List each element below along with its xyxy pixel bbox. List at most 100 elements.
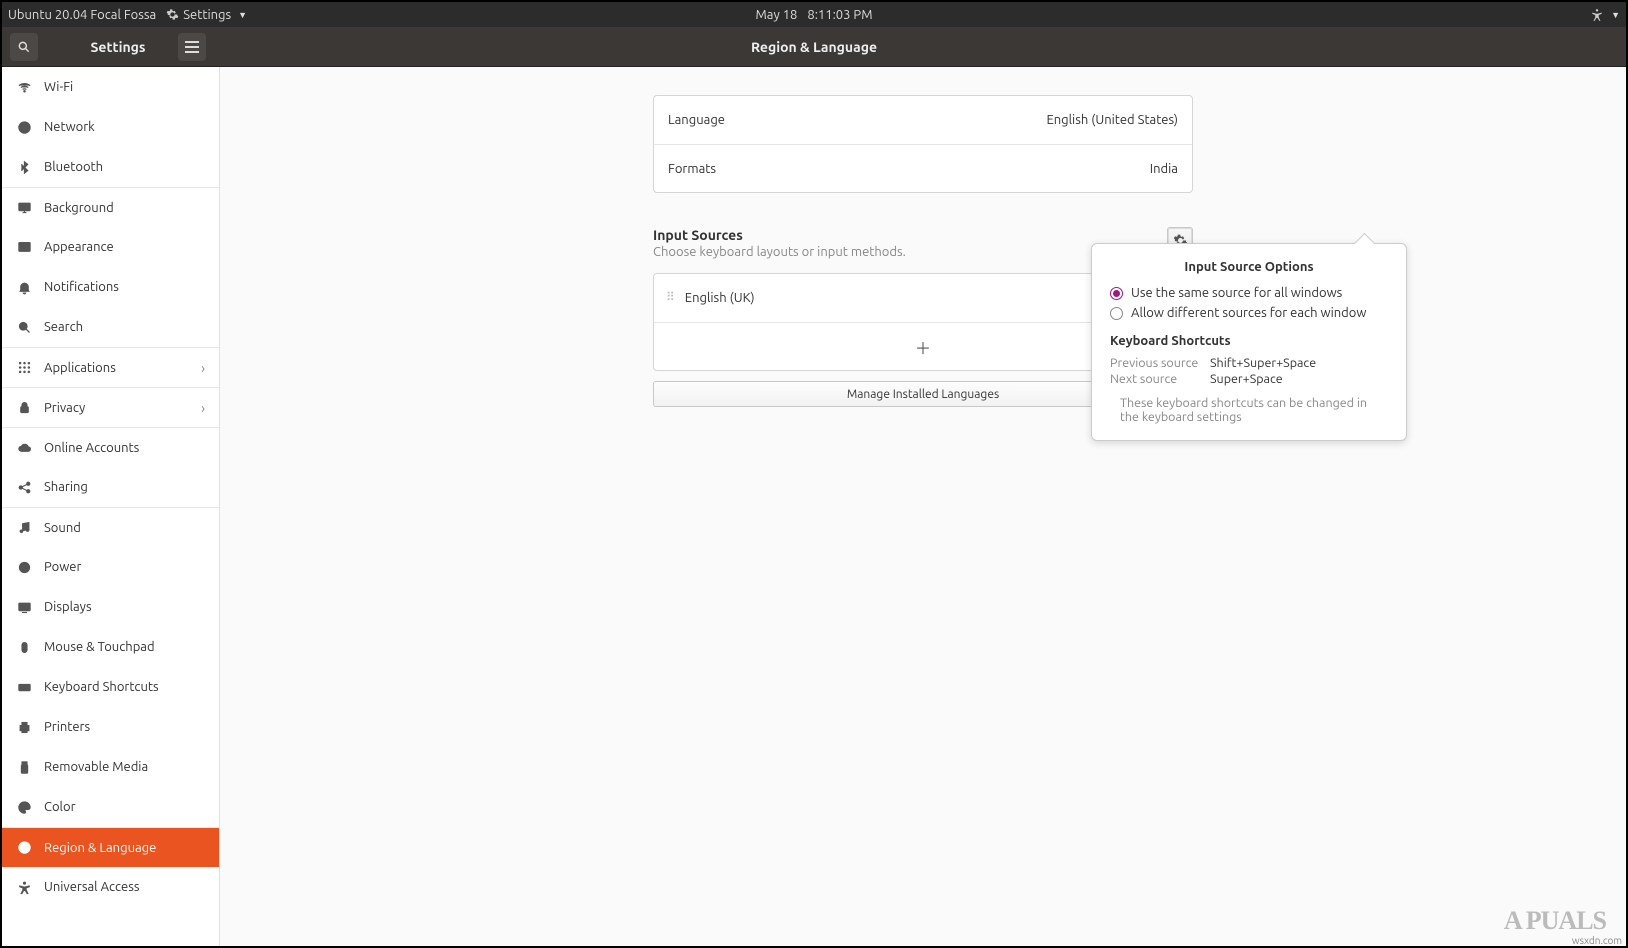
sidebar-item-search[interactable]: Search	[2, 307, 219, 347]
dropdown-icon[interactable]: ▼	[1611, 10, 1620, 20]
globe-icon	[16, 119, 32, 135]
sidebar-item-label: Wi-Fi	[44, 80, 73, 94]
palette-icon	[16, 799, 32, 815]
printer-icon	[16, 719, 32, 735]
sidebar-item-label: Network	[44, 120, 95, 134]
popover-title: Input Source Options	[1110, 260, 1388, 274]
formats-row[interactable]: Formats India	[654, 144, 1192, 192]
sidebar-item-label: Keyboard Shortcuts	[44, 680, 159, 694]
sidebar-item-label: Privacy	[44, 401, 85, 415]
page-title: Region & Language	[751, 39, 877, 55]
content-area: Language English (United States) Formats…	[220, 67, 1626, 946]
radio-label: Allow different sources for each window	[1131, 306, 1366, 320]
sidebar-item-online-accounts[interactable]: Online Accounts	[2, 427, 219, 467]
sidebar-item-label: Sharing	[44, 480, 88, 494]
mouse-icon	[16, 639, 32, 655]
app-menu[interactable]: Settings ▼	[166, 8, 247, 22]
sidebar-item-label: Power	[44, 560, 81, 574]
gear-icon	[166, 8, 179, 21]
chevron-right-icon: ›	[201, 360, 205, 376]
search-icon	[16, 319, 32, 335]
sidebar-item-notifications[interactable]: Notifications	[2, 267, 219, 307]
sidebar-item-label: Color	[44, 800, 76, 814]
radio-unselected-icon	[1110, 307, 1123, 320]
sidebar-item-label: Background	[44, 201, 114, 215]
input-source-label: English (UK)	[685, 291, 755, 305]
radio-label: Use the same source for all windows	[1131, 286, 1342, 300]
usb-icon	[16, 759, 32, 775]
sidebar-item-label: Applications	[44, 361, 116, 375]
top-panel: Ubuntu 20.04 Focal Fossa Settings ▼ May …	[2, 2, 1626, 27]
sidebar-item-color[interactable]: Color	[2, 787, 219, 827]
sidebar: Wi-Fi Network Bluetooth Background Appea…	[2, 67, 220, 946]
sidebar-item-label: Online Accounts	[44, 441, 139, 455]
input-sources-title: Input Sources	[653, 227, 906, 243]
sidebar-item-sound[interactable]: Sound	[2, 507, 219, 547]
sidebar-item-network[interactable]: Network	[2, 107, 219, 147]
radio-different-sources[interactable]: Allow different sources for each window	[1110, 306, 1388, 320]
sidebar-item-removable-media[interactable]: Removable Media	[2, 747, 219, 787]
sidebar-item-power[interactable]: Power	[2, 547, 219, 587]
watermark-logo: A PUALS	[1504, 906, 1606, 936]
os-label[interactable]: Ubuntu 20.04 Focal Fossa	[8, 8, 156, 22]
sidebar-item-label: Displays	[44, 600, 92, 614]
formats-label: Formats	[668, 162, 716, 176]
sidebar-item-label: Bluetooth	[44, 160, 103, 174]
accessibility-icon	[16, 879, 32, 895]
sidebar-item-label: Mouse & Touchpad	[44, 640, 155, 654]
dropdown-icon: ▼	[238, 10, 247, 20]
search-button[interactable]	[10, 33, 38, 61]
sidebar-item-label: Removable Media	[44, 760, 148, 774]
sidebar-item-wifi[interactable]: Wi-Fi	[2, 67, 219, 107]
display-icon	[16, 599, 32, 615]
wifi-icon	[16, 79, 32, 95]
bluetooth-icon	[16, 159, 32, 175]
sidebar-item-label: Universal Access	[44, 880, 139, 894]
header-bar: Settings Region & Language	[2, 27, 1626, 67]
sidebar-item-label: Notifications	[44, 280, 119, 294]
keyboard-shortcuts-heading: Keyboard Shortcuts	[1110, 334, 1388, 348]
hamburger-icon	[185, 41, 199, 53]
language-value: English (United States)	[1046, 113, 1178, 127]
sidebar-item-sharing[interactable]: Sharing	[2, 467, 219, 507]
sidebar-item-mouse[interactable]: Mouse & Touchpad	[2, 627, 219, 667]
language-label: Language	[668, 113, 725, 127]
app-title: Settings	[58, 39, 178, 55]
search-icon	[17, 40, 31, 54]
radio-selected-icon	[1110, 287, 1123, 300]
radio-same-source[interactable]: Use the same source for all windows	[1110, 286, 1388, 300]
sidebar-item-applications[interactable]: Applications ›	[2, 347, 219, 387]
language-formats-list: Language English (United States) Formats…	[653, 95, 1193, 193]
sidebar-item-printers[interactable]: Printers	[2, 707, 219, 747]
sidebar-item-region-language[interactable]: Region & Language	[2, 827, 219, 867]
keyboard-icon	[16, 679, 32, 695]
drag-handle-icon[interactable]: ⠿	[666, 295, 673, 301]
language-row[interactable]: Language English (United States)	[654, 96, 1192, 144]
watermark-source: wsxdn.com	[1572, 935, 1622, 946]
globe-icon	[16, 840, 32, 856]
sidebar-item-background[interactable]: Background	[2, 187, 219, 227]
sidebar-item-label: Appearance	[44, 240, 114, 254]
clock[interactable]: May 18 8:11:03 PM	[756, 8, 873, 22]
hamburger-menu-button[interactable]	[178, 33, 206, 61]
bell-icon	[16, 279, 32, 295]
plus-icon: ＋	[915, 335, 931, 359]
sidebar-item-label: Sound	[44, 521, 81, 535]
sidebar-item-bluetooth[interactable]: Bluetooth	[2, 147, 219, 187]
sidebar-item-universal-access[interactable]: Universal Access	[2, 867, 219, 907]
appearance-icon	[16, 239, 32, 255]
next-source-shortcut: Next source Super+Space	[1110, 372, 1388, 386]
sidebar-item-keyboard-shortcuts[interactable]: Keyboard Shortcuts	[2, 667, 219, 707]
input-source-options-popover: Input Source Options Use the same source…	[1091, 243, 1407, 441]
chevron-right-icon: ›	[201, 400, 205, 416]
power-icon	[16, 559, 32, 575]
sidebar-item-displays[interactable]: Displays	[2, 587, 219, 627]
desktop-icon	[16, 200, 32, 216]
lock-icon	[16, 400, 32, 416]
accessibility-icon[interactable]	[1590, 8, 1604, 22]
sidebar-item-privacy[interactable]: Privacy ›	[2, 387, 219, 427]
formats-value: India	[1150, 162, 1178, 176]
sidebar-item-appearance[interactable]: Appearance	[2, 227, 219, 267]
shortcut-note: These keyboard shortcuts can be changed …	[1110, 396, 1388, 424]
input-sources-subtitle: Choose keyboard layouts or input methods…	[653, 245, 906, 259]
